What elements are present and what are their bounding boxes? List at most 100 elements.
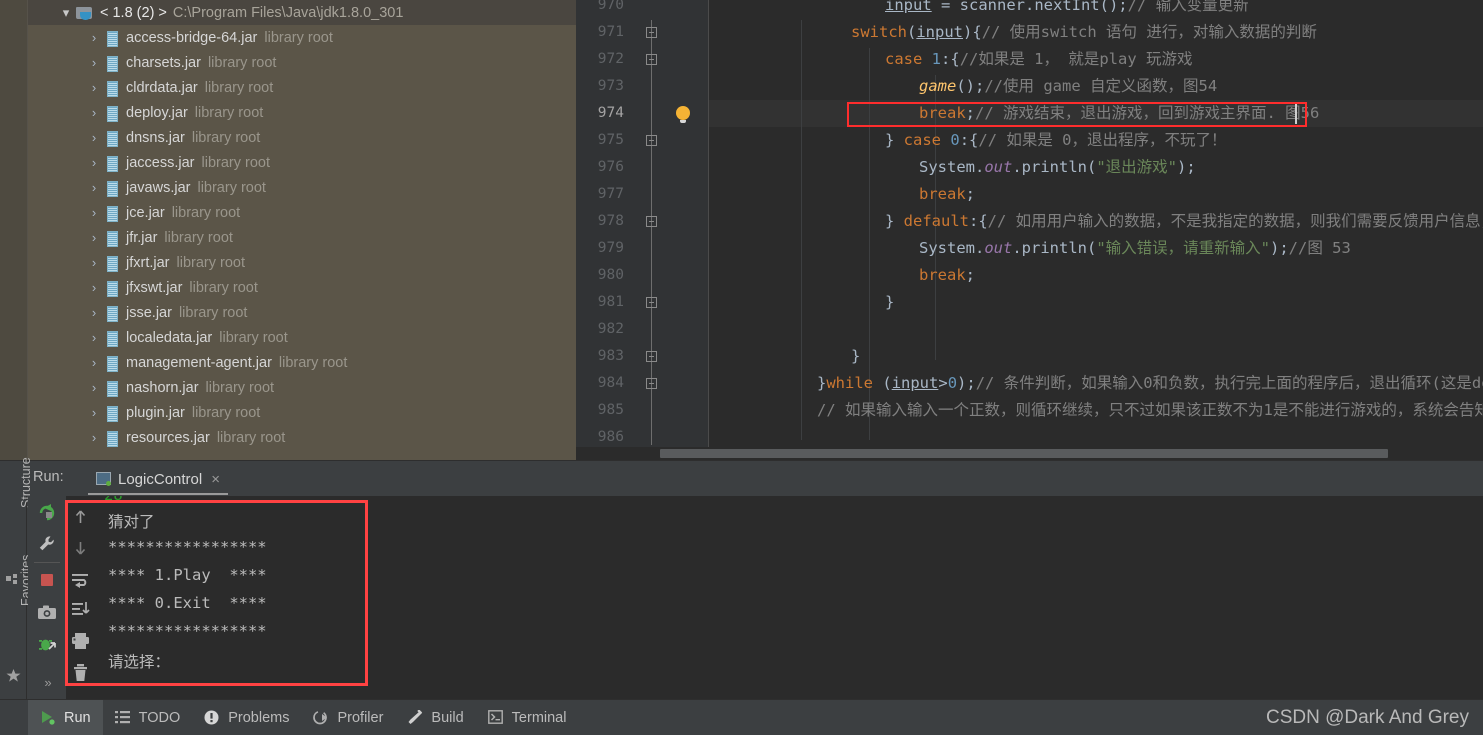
jar-meta: library root <box>164 229 233 246</box>
code-line[interactable]: System.out.println("输入错误，请重新输入");//图 53 <box>919 235 1351 262</box>
statusbar-item-terminal[interactable]: Terminal <box>476 700 579 735</box>
line-number: 978 <box>597 213 624 229</box>
print-icon[interactable] <box>71 632 90 650</box>
chevron-right-icon[interactable]: › <box>84 356 104 369</box>
tree-row-jar[interactable]: › jfxswt.jar library root <box>28 275 576 300</box>
chevron-right-icon[interactable]: › <box>84 281 104 294</box>
code-line[interactable]: } case 0:{// 如果是 0，退出程序，不玩了！ <box>885 127 1227 154</box>
chevron-right-icon[interactable]: › <box>84 431 104 444</box>
statusbar-item-profiler[interactable]: Profiler <box>301 700 395 735</box>
scroll-up-icon[interactable] <box>72 508 89 525</box>
jar-name: charsets.jar <box>126 54 201 71</box>
run-tab-logiccontrol[interactable]: LogicControl × <box>88 465 228 495</box>
chevron-right-icon[interactable]: › <box>84 231 104 244</box>
editor-horizontal-scrollbar[interactable] <box>576 447 1483 460</box>
line-number: 970 <box>597 0 624 13</box>
tree-row-jar[interactable]: › dnsns.jar library root <box>28 125 576 150</box>
tree-row-jar[interactable]: › jfr.jar library root <box>28 225 576 250</box>
chevron-right-icon[interactable]: › <box>84 256 104 269</box>
jar-meta: library root <box>278 354 348 371</box>
code-editor[interactable]: 970 971 972 973 974 975 976 977 978 979 980 981 982 9… <box>576 0 1483 460</box>
statusbar-item-label: Run <box>64 709 91 726</box>
tree-row-jar[interactable]: › nashorn.jar library root <box>28 375 576 400</box>
fold-marker-icon[interactable] <box>646 27 657 38</box>
statusbar-item-problems[interactable]: Problems <box>192 700 301 735</box>
chevron-right-icon[interactable]: › <box>84 181 104 194</box>
rerun-icon[interactable] <box>37 502 57 522</box>
chevron-right-icon[interactable]: › <box>84 331 104 344</box>
tree-row-jar[interactable]: › resources.jar library root <box>28 425 576 450</box>
debug-icon[interactable] <box>37 635 57 655</box>
editor-scrollbar-thumb[interactable] <box>660 449 1388 458</box>
chevron-down-icon[interactable]: ▾ <box>56 6 76 19</box>
code-line[interactable]: }while (input>0);// 条件判断，如果输入0和负数，执行完上面的… <box>817 370 1483 397</box>
jar-meta: library root <box>171 204 241 221</box>
more-chevrons-icon[interactable]: » <box>39 676 57 690</box>
settings-wrench-icon[interactable] <box>37 534 57 554</box>
jar-meta: library root <box>191 129 261 146</box>
soft-wrap-icon[interactable] <box>71 572 90 589</box>
tree-row-jar[interactable]: › jsse.jar library root <box>28 300 576 325</box>
tree-row-jar[interactable]: › jaccess.jar library root <box>28 150 576 175</box>
bottom-status-bar[interactable]: Run TODO Problems Profiler Build Terminal CSD… <box>0 699 1483 735</box>
fold-marker-icon[interactable] <box>646 135 657 146</box>
code-line[interactable]: break; <box>919 262 975 289</box>
statusbar-item-run[interactable]: Run <box>28 699 103 735</box>
tree-row-jar[interactable]: › management-agent.jar library root <box>28 350 576 375</box>
chevron-right-icon[interactable]: › <box>84 206 104 219</box>
stop-icon[interactable] <box>37 570 57 590</box>
tree-row-jar[interactable]: › localedata.jar library root <box>28 325 576 350</box>
code-line[interactable]: break;// 游戏结束，退出游戏，回到游戏主界面. 图56 <box>919 100 1319 127</box>
intention-bulb-icon[interactable] <box>676 106 690 123</box>
fold-marker-icon[interactable] <box>646 54 657 65</box>
code-folding-gutter[interactable] <box>634 0 664 460</box>
jar-meta: library root <box>197 179 266 196</box>
code-line[interactable]: game();//使用 game 自定义函数，图54 <box>919 73 1217 100</box>
console-output[interactable]: 28 <box>66 496 1483 699</box>
tree-row-jar[interactable]: › javaws.jar library root <box>28 175 576 200</box>
fold-marker-icon[interactable] <box>646 297 657 308</box>
screenshot-camera-icon[interactable] <box>37 603 57 623</box>
code-line[interactable]: break; <box>919 181 975 208</box>
tree-row-jar[interactable]: › access-bridge-64.jar library root <box>28 25 576 50</box>
tree-row-jdk-root[interactable]: ▾ < 1.8 (2) > C:\Program Files\Java\jdk1.8… <box>28 0 576 25</box>
chevron-right-icon[interactable]: › <box>84 381 104 394</box>
tree-row-jar[interactable]: › deploy.jar library root <box>28 100 576 125</box>
code-text-area[interactable]: input = scanner.nextInt();// 输入变量更新 switc… <box>709 0 1483 460</box>
chevron-right-icon[interactable]: › <box>84 156 104 169</box>
chevron-right-icon[interactable]: › <box>84 56 104 69</box>
tree-row-jar[interactable]: › jce.jar library root <box>28 200 576 225</box>
fold-marker-icon[interactable] <box>646 351 657 362</box>
code-line[interactable]: } default:{// 如用用户输入的数据，不是我指定的数据，则我们需要反馈… <box>885 208 1483 235</box>
chevron-right-icon[interactable]: › <box>84 31 104 44</box>
code-line[interactable]: input = scanner.nextInt();// 输入变量更新 <box>885 0 1249 19</box>
console-line: ***************** <box>108 538 267 556</box>
statusbar-item-todo[interactable]: TODO <box>103 700 193 735</box>
fold-marker-icon[interactable] <box>646 378 657 389</box>
jar-file-icon <box>104 380 120 397</box>
chevron-right-icon[interactable]: › <box>84 306 104 319</box>
chevron-right-icon[interactable]: › <box>84 406 104 419</box>
chevron-right-icon[interactable]: › <box>84 106 104 119</box>
scroll-down-icon[interactable] <box>72 540 89 557</box>
line-number: 979 <box>597 240 624 256</box>
code-line[interactable]: } <box>885 289 894 316</box>
tree-row-jar[interactable]: › cldrdata.jar library root <box>28 75 576 100</box>
run-console-toolbar[interactable]: » <box>28 496 66 699</box>
clear-all-icon[interactable] <box>72 664 89 682</box>
tree-row-jar[interactable]: › plugin.jar library root <box>28 400 576 425</box>
tree-row-jar[interactable]: › charsets.jar library root <box>28 50 576 75</box>
chevron-right-icon[interactable]: › <box>84 131 104 144</box>
scroll-to-end-icon[interactable] <box>71 601 90 618</box>
tree-row-jar[interactable]: › jfxrt.jar library root <box>28 250 576 275</box>
project-tree-panel[interactable]: ▾ < 1.8 (2) > C:\Program Files\Java\jdk1.8… <box>0 0 576 460</box>
statusbar-item-build[interactable]: Build <box>395 700 475 735</box>
close-icon[interactable]: × <box>211 471 220 488</box>
code-line[interactable]: } <box>851 343 860 370</box>
fold-marker-icon[interactable] <box>646 216 657 227</box>
code-line[interactable]: switch(input){// 使用switch 语句 进行，对输入数据的判断 <box>851 19 1317 46</box>
code-line[interactable]: case 1:{//如果是 1， 就是play 玩游戏 <box>885 46 1193 73</box>
code-line[interactable]: // 如果输入输入一个正数，则循环继续，只不过如果该正数不为1是不能进行游戏的，… <box>817 397 1483 424</box>
chevron-right-icon[interactable]: › <box>84 81 104 94</box>
code-line[interactable]: System.out.println("退出游戏"); <box>919 154 1196 181</box>
